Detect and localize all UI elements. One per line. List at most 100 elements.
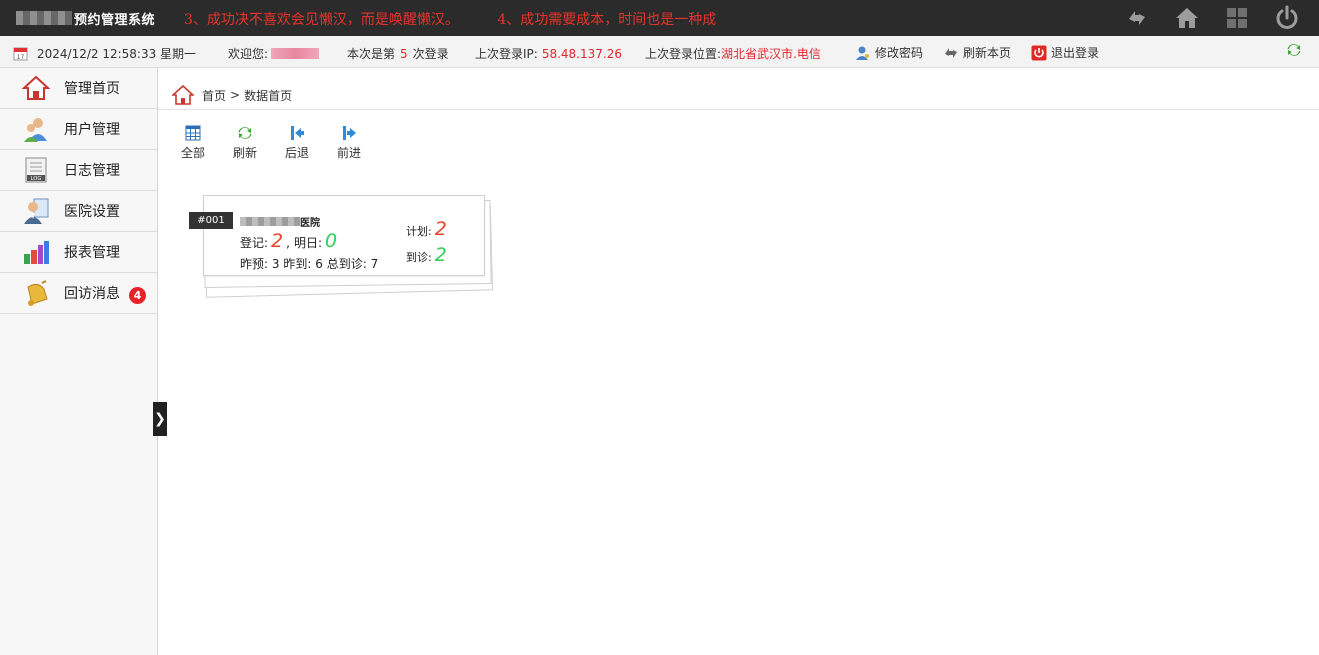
hospital-name: 医院 (240, 214, 320, 229)
breadcrumb-separator: > (230, 88, 241, 102)
bar-chart-icon (22, 238, 50, 266)
refresh-label: 刷新 (232, 146, 257, 160)
welcome-user: 欢迎您: (228, 45, 320, 62)
arrived-label: 到诊: (406, 251, 432, 264)
divider (158, 109, 1319, 110)
sidebar-item-users[interactable]: 用户管理 (0, 109, 157, 150)
refresh-page-label: 刷新本页 (963, 46, 1012, 60)
datetime-text: 2024/12/2 12:58:33 星期一 (37, 47, 197, 61)
hospital-name-redacted (240, 217, 300, 226)
yesterday-arrived-label: 昨到: (283, 257, 312, 271)
refresh-icon (236, 124, 254, 142)
notice-item: 3、成功决不喜欢会见懒汉，而是唤醒懒汉。 (184, 12, 459, 28)
last-login-location: 上次登录位置: 湖北省武汉市.电信 (645, 45, 821, 62)
power-icon[interactable] (1273, 4, 1301, 32)
logout-button[interactable]: 退出登录 (1031, 44, 1099, 61)
sidebar-item-home[interactable]: 管理首页 (0, 68, 157, 109)
main-content: 首页 > 数据首页 全部 刷新 后退 前进 #001 医院 登记: 2 , 明日… (158, 68, 1319, 655)
refresh-button[interactable]: 刷新 (228, 124, 262, 161)
show-all-label: 全部 (180, 146, 205, 160)
breadcrumb: 首页 > 数据首页 (172, 82, 292, 108)
login-count-value: 5 (400, 46, 408, 61)
yesterday-booked-value: 3 (271, 257, 280, 271)
calendar-icon: 17 (12, 46, 28, 62)
refresh-page-button[interactable]: 刷新本页 (943, 44, 1011, 61)
login-count: 本次是第 5 次登录 (347, 45, 449, 62)
change-password-label: 修改密码 (875, 46, 924, 60)
tomorrow-value: 0 (325, 230, 338, 252)
scrolling-notice: 3、成功决不喜欢会见懒汉，而是唤醒懒汉。 4、成功需要成本，时间也是一种成 (184, 9, 784, 29)
sidebar-item-logs[interactable]: LOG 日志管理 (0, 150, 157, 191)
user-key-icon (855, 45, 871, 61)
sync-icon[interactable] (1123, 4, 1151, 32)
sync-icon (943, 45, 959, 61)
yesterday-arrived-value: 6 (315, 257, 323, 271)
sidebar: 管理首页 用户管理 LOG 日志管理 医院设置 报表管理 回访消息 4 (0, 68, 158, 655)
comma: , (286, 236, 290, 250)
sidebar-item-messages[interactable]: 回访消息 4 (0, 273, 157, 314)
sidebar-item-hospital[interactable]: 医院设置 (0, 191, 157, 232)
forward-label: 前进 (336, 146, 361, 160)
last-ip-label: 上次登录IP: (475, 47, 538, 61)
grid-icon[interactable] (1223, 4, 1251, 32)
app-title: 预约管理系统 (74, 12, 156, 28)
last-location-value: 湖北省武汉市.电信 (721, 47, 821, 61)
tomorrow-label: 明日: (293, 236, 323, 250)
svg-text:17: 17 (16, 54, 24, 61)
registered-stats: 登记: 2 , 明日: 0 (240, 230, 340, 252)
notice-item: 4、成功需要成本，时间也是一种成 (497, 12, 717, 28)
back-label: 后退 (284, 146, 309, 160)
plan-label: 计划: (406, 225, 432, 238)
login-count-suffix: 次登录 (412, 47, 449, 61)
plan-value: 2 (434, 218, 447, 240)
info-bar: 17 2024/12/2 12:58:33 星期一 欢迎您: 本次是第 5 次登… (0, 36, 1319, 68)
table-icon (184, 124, 202, 142)
change-password-button[interactable]: 修改密码 (855, 44, 923, 61)
sidebar-item-label: 日志管理 (64, 163, 120, 179)
home-icon[interactable] (172, 84, 194, 106)
registered-label: 登记: (240, 236, 269, 250)
sidebar-item-reports[interactable]: 报表管理 (0, 232, 157, 273)
hospital-card[interactable]: #001 医院 登记: 2 , 明日: 0 昨预: 3 昨到: 6 总到诊: 7… (188, 194, 498, 298)
home-icon[interactable] (1173, 4, 1201, 32)
sidebar-item-label: 报表管理 (64, 245, 120, 261)
hospital-id-tag: #001 (189, 212, 233, 229)
home-icon (22, 74, 50, 102)
total-arrived-value: 7 (370, 257, 379, 271)
refresh-icon (1286, 42, 1302, 58)
username-redacted (271, 48, 320, 59)
arrived-value: 2 (434, 244, 447, 266)
log-icon: LOG (22, 156, 50, 184)
logout-label: 退出登录 (1051, 46, 1100, 60)
refresh-button[interactable] (1286, 42, 1302, 58)
plan-stat: 计划: 2 (406, 218, 450, 240)
breadcrumb-home[interactable]: 首页 (202, 87, 226, 104)
sidebar-item-label: 管理首页 (64, 81, 120, 97)
total-arrived-label: 总到诊: (326, 257, 367, 271)
svg-text:LOG: LOG (31, 176, 42, 182)
sidebar-item-label: 医院设置 (64, 204, 120, 220)
doctor-icon (22, 197, 50, 225)
toolbar: 全部 刷新 后退 前进 (176, 124, 366, 161)
yesterday-booked-label: 昨预: (240, 257, 269, 271)
users-icon (22, 115, 50, 143)
breadcrumb-current: 数据首页 (244, 88, 293, 103)
forward-button[interactable]: 前进 (332, 124, 366, 161)
power-icon (1031, 45, 1047, 61)
app-logo: 预约管理系统 (16, 9, 156, 28)
last-login-ip: 上次登录IP: 58.48.137.26 (475, 45, 622, 62)
welcome-label: 欢迎您: (228, 47, 269, 61)
logo-image (16, 11, 72, 25)
last-ip-value: 58.48.137.26 (541, 46, 622, 61)
arrived-stat: 到诊: 2 (406, 244, 450, 266)
registered-value: 2 (271, 230, 284, 252)
back-button[interactable]: 后退 (280, 124, 314, 161)
show-all-button[interactable]: 全部 (176, 124, 210, 161)
back-arrow-icon (288, 124, 306, 142)
top-bar: 预约管理系统 3、成功决不喜欢会见懒汉，而是唤醒懒汉。 4、成功需要成本，时间也… (0, 0, 1319, 36)
sidebar-item-label: 用户管理 (64, 122, 120, 138)
hospital-name-suffix: 医院 (300, 218, 320, 229)
sidebar-item-label: 回访消息 (64, 286, 120, 302)
bell-icon (22, 279, 50, 307)
login-count-prefix: 本次是第 (347, 47, 396, 61)
